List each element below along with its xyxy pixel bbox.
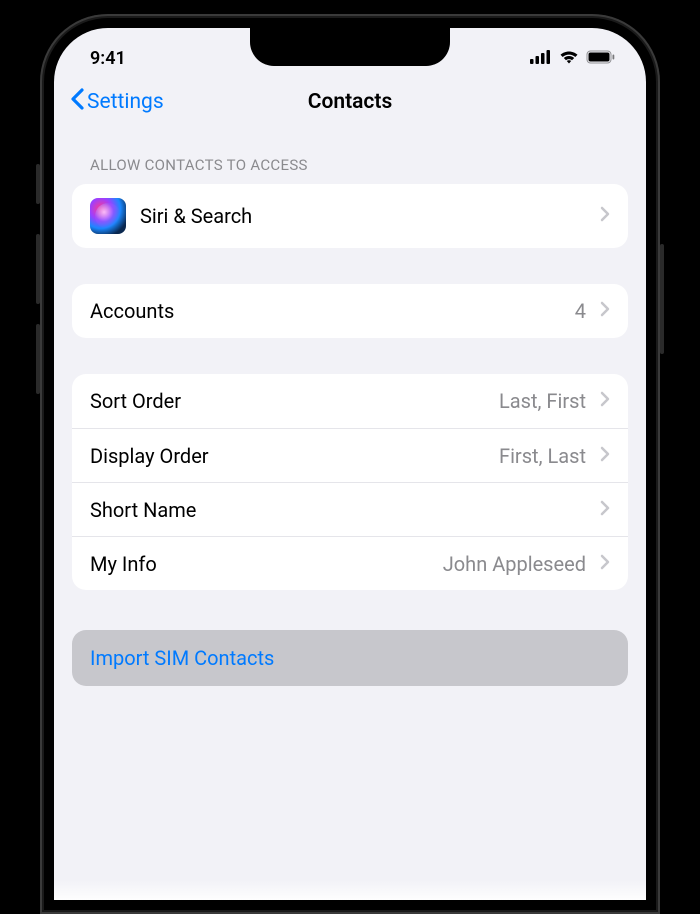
row-my-info[interactable]: My Info John Appleseed [72, 536, 628, 590]
row-label: Display Order [90, 444, 485, 468]
cellular-icon [530, 48, 552, 69]
phone-frame: 9:41 Settings Contacts [40, 14, 660, 914]
chevron-right-icon [600, 446, 610, 466]
import-sim-contacts-button[interactable]: Import SIM Contacts [72, 630, 628, 686]
section-header-allow-access: ALLOW CONTACTS TO ACCESS [72, 130, 628, 184]
silent-switch [36, 164, 40, 204]
row-label: My Info [90, 552, 429, 576]
bottom-fade [54, 880, 646, 900]
nav-bar: Settings Contacts [54, 76, 646, 130]
row-value: 4 [575, 299, 586, 323]
row-label: Siri & Search [140, 204, 586, 228]
row-short-name[interactable]: Short Name [72, 482, 628, 536]
row-value: Last, First [499, 389, 586, 413]
back-button[interactable]: Settings [70, 88, 164, 116]
chevron-right-icon [600, 554, 610, 574]
power-button [660, 244, 664, 354]
group-allow-access: Siri & Search [72, 184, 628, 248]
volume-down-button [36, 324, 40, 394]
row-sort-order[interactable]: Sort Order Last, First [72, 374, 628, 428]
battery-icon [586, 48, 616, 69]
group-accounts: Accounts 4 [72, 284, 628, 338]
volume-up-button [36, 234, 40, 304]
chevron-right-icon [600, 301, 610, 321]
row-label: Accounts [90, 299, 561, 323]
row-accounts[interactable]: Accounts 4 [72, 284, 628, 338]
notch [250, 28, 450, 66]
phone-screen: 9:41 Settings Contacts [54, 28, 646, 900]
import-button-label: Import SIM Contacts [90, 646, 274, 670]
row-siri-search[interactable]: Siri & Search [72, 184, 628, 248]
chevron-right-icon [600, 206, 610, 226]
row-value: John Appleseed [443, 552, 586, 576]
chevron-right-icon [600, 500, 610, 520]
row-value: First, Last [499, 444, 586, 468]
row-display-order[interactable]: Display Order First, Last [72, 428, 628, 482]
page-title: Contacts [308, 90, 392, 114]
siri-icon [90, 198, 126, 234]
back-label: Settings [87, 90, 164, 114]
settings-content: ALLOW CONTACTS TO ACCESS Siri & Search A… [54, 130, 646, 686]
chevron-right-icon [600, 391, 610, 411]
row-label: Sort Order [90, 389, 485, 413]
row-label: Short Name [90, 498, 586, 522]
group-display-settings: Sort Order Last, First Display Order Fir… [72, 374, 628, 590]
wifi-icon [559, 48, 579, 69]
chevron-left-icon [70, 88, 84, 116]
